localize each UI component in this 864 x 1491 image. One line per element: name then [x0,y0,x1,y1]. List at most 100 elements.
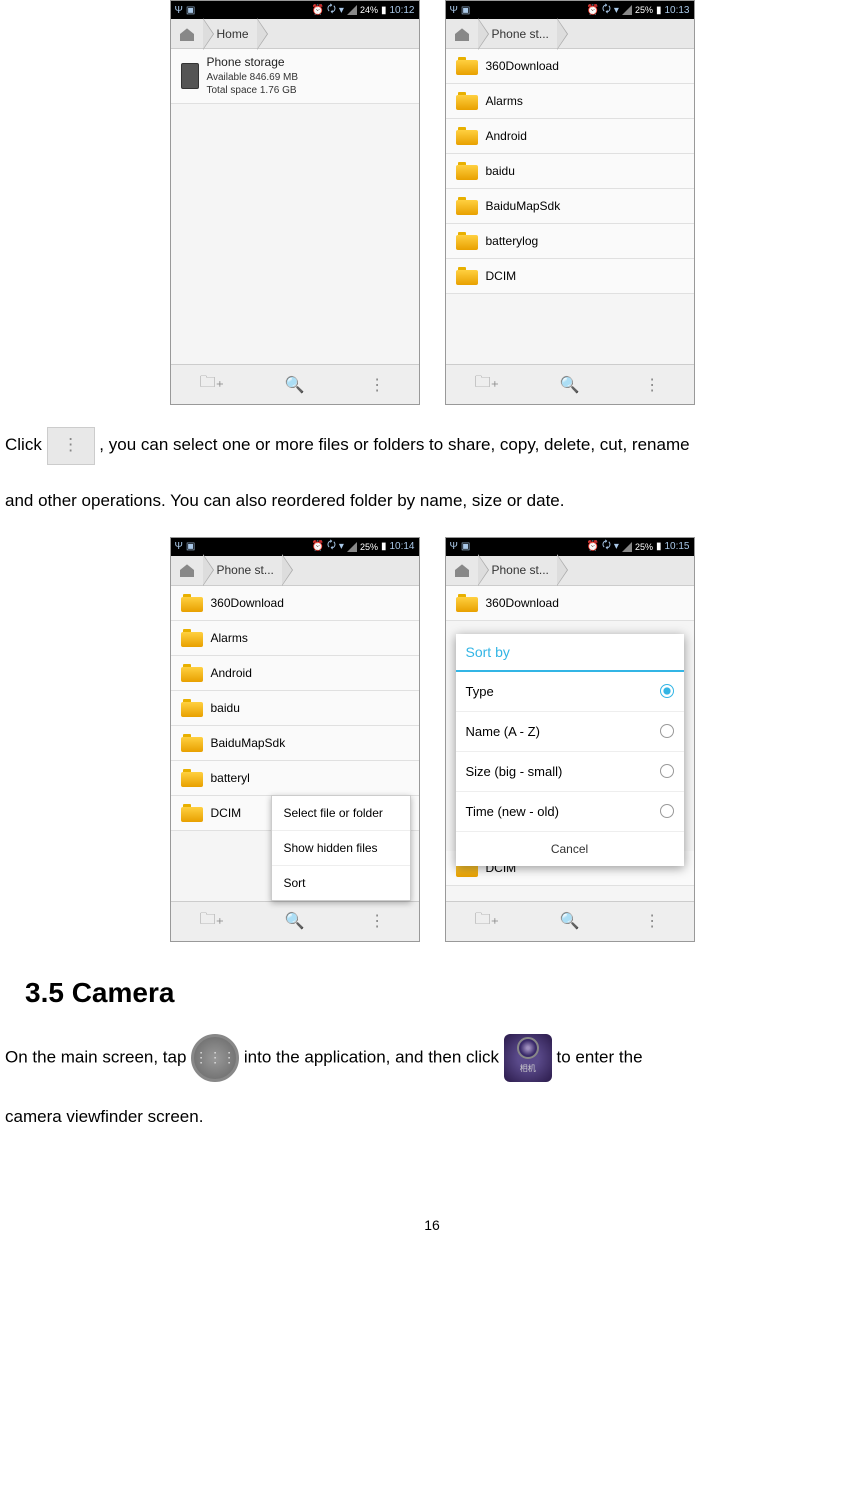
storage-item[interactable]: Phone storage Available 846.69 MB Total … [171,49,419,104]
search-button[interactable]: 🔍 [539,365,599,405]
sync-icon: 🗘 [602,2,611,19]
text-span: On the main screen, tap [5,1047,191,1066]
folder-row[interactable]: Alarms [171,621,419,656]
time-text: 10:15 [664,541,689,552]
search-button[interactable]: 🔍 [264,365,324,405]
wifi-icon: ▾ [614,5,619,16]
folder-row[interactable]: batteryl [171,761,419,796]
screenshot-sort-dialog: Ψ ▣ ⏰ 🗘 ▾ 25% ▮ 10:15 Phone st... 360Dow… [445,537,695,942]
menu-button[interactable]: ⋮ [347,365,407,405]
adb-icon: ▣ [461,5,470,16]
text-span: , you can select one or more files or fo… [99,435,689,454]
folder-name: batteryl [211,771,250,785]
folder-name: DCIM [486,269,517,283]
screenshot-home: Ψ ▣ ⏰ 🗘 ▾ 24% ▮ 10:12 Home [170,0,420,405]
radio-icon [660,804,674,818]
folder-name: Android [486,129,527,143]
adb-icon: ▣ [186,541,195,552]
paragraph-2: and other operations. You can also reord… [5,481,859,522]
bottom-bar: 🗀₊ 🔍 ⋮ [171,364,419,404]
battery-text: 25% [635,542,653,552]
folder-icon [181,699,203,717]
option-label: Size (big - small) [466,764,563,779]
folder-row[interactable]: BaiduMapSdk [171,726,419,761]
time-text: 10:12 [389,5,414,16]
folder-icon [456,162,478,180]
menu-button[interactable]: ⋮ [622,901,682,941]
battery-icon: ▮ [381,541,387,552]
alarm-icon: ⏰ [312,541,324,552]
screenshot-menu: Ψ ▣ ⏰ 🗘 ▾ 25% ▮ 10:14 Phone st... 360Dow… [170,537,420,942]
folder-row[interactable]: baidu [446,154,694,189]
bottom-bar: 🗀₊ 🔍 ⋮ [446,364,694,404]
signal-icon [347,542,357,552]
folder-row[interactable]: BaiduMapSdk [446,189,694,224]
sort-option-size[interactable]: Size (big - small) [456,752,684,792]
dialog-cancel-button[interactable]: Cancel [456,832,684,866]
breadcrumb-home[interactable] [446,19,478,49]
breadcrumb-segment[interactable]: Phone st... [478,19,557,49]
text-span: into the application, and then click [244,1047,504,1066]
storage-title: Phone storage [207,55,299,71]
bottom-bar: 🗀₊ 🔍 ⋮ [171,901,419,941]
folder-icon [456,267,478,285]
folder-row[interactable]: baidu [171,691,419,726]
radio-icon [660,724,674,738]
battery-text: 25% [360,542,378,552]
breadcrumb: Phone st... [446,556,694,586]
menu-hidden[interactable]: Show hidden files [272,831,410,866]
sort-option-time[interactable]: Time (new - old) [456,792,684,832]
folder-row[interactable]: 360Download [171,586,419,621]
folder-row[interactable]: Android [171,656,419,691]
paragraph-3: On the main screen, tap ⋮⋮⋮ into the app… [5,1034,859,1082]
folder-icon [456,57,478,75]
breadcrumb-home[interactable] [171,555,203,585]
search-button[interactable]: 🔍 [264,901,324,941]
inline-menu-icon: ⋮ [47,427,95,465]
storage-total: Total space 1.76 GB [207,84,299,97]
folder-icon [181,629,203,647]
folder-row[interactable]: 360Download [446,49,694,84]
screenshot-row-2: Ψ ▣ ⏰ 🗘 ▾ 25% ▮ 10:14 Phone st... 360Dow… [5,537,859,942]
new-folder-button[interactable]: 🗀₊ [182,365,242,405]
apps-drawer-icon: ⋮⋮⋮ [191,1034,239,1082]
breadcrumb-home[interactable] [171,19,203,49]
menu-button[interactable]: ⋮ [622,365,682,405]
wifi-icon: ▾ [339,541,344,552]
new-folder-button[interactable]: 🗀₊ [182,901,242,941]
breadcrumb-segment[interactable]: Phone st... [203,555,282,585]
search-button[interactable]: 🔍 [539,901,599,941]
folder-row[interactable]: Android [446,119,694,154]
folder-icon [181,664,203,682]
status-bar: Ψ ▣ ⏰ 🗘 ▾ 25% ▮ 10:14 [171,538,419,556]
battery-text: 24% [360,5,378,15]
usb-icon: Ψ [175,541,183,552]
breadcrumb-segment[interactable]: Phone st... [478,555,557,585]
breadcrumb: Phone st... [171,556,419,586]
signal-icon [622,542,632,552]
menu-sort[interactable]: Sort [272,866,410,900]
menu-button[interactable]: ⋮ [347,901,407,941]
folder-row[interactable]: batterylog [446,224,694,259]
menu-select[interactable]: Select file or folder [272,796,410,831]
paragraph-1: Click ⋮ , you can select one or more fil… [5,425,859,466]
folder-name: 360Download [486,596,559,610]
folder-name: batterylog [486,234,539,248]
sort-option-name[interactable]: Name (A - Z) [456,712,684,752]
sort-option-type[interactable]: Type [456,672,684,712]
storage-info: Phone storage Available 846.69 MB Total … [207,55,299,97]
breadcrumb-label: Home [217,27,249,41]
folder-row[interactable]: DCIM [446,259,694,294]
folder-icon [181,769,203,787]
folder-icon [456,127,478,145]
breadcrumb: Home [171,19,419,49]
breadcrumb-home[interactable] [446,555,478,585]
time-text: 10:13 [664,5,689,16]
page-number: 16 [5,1217,859,1233]
new-folder-button[interactable]: 🗀₊ [457,901,517,941]
new-folder-button[interactable]: 🗀₊ [457,365,517,405]
sync-icon: 🗘 [327,2,336,19]
folder-row[interactable]: 360Download [446,586,694,621]
folder-row[interactable]: Alarms [446,84,694,119]
home-icon [178,563,196,577]
